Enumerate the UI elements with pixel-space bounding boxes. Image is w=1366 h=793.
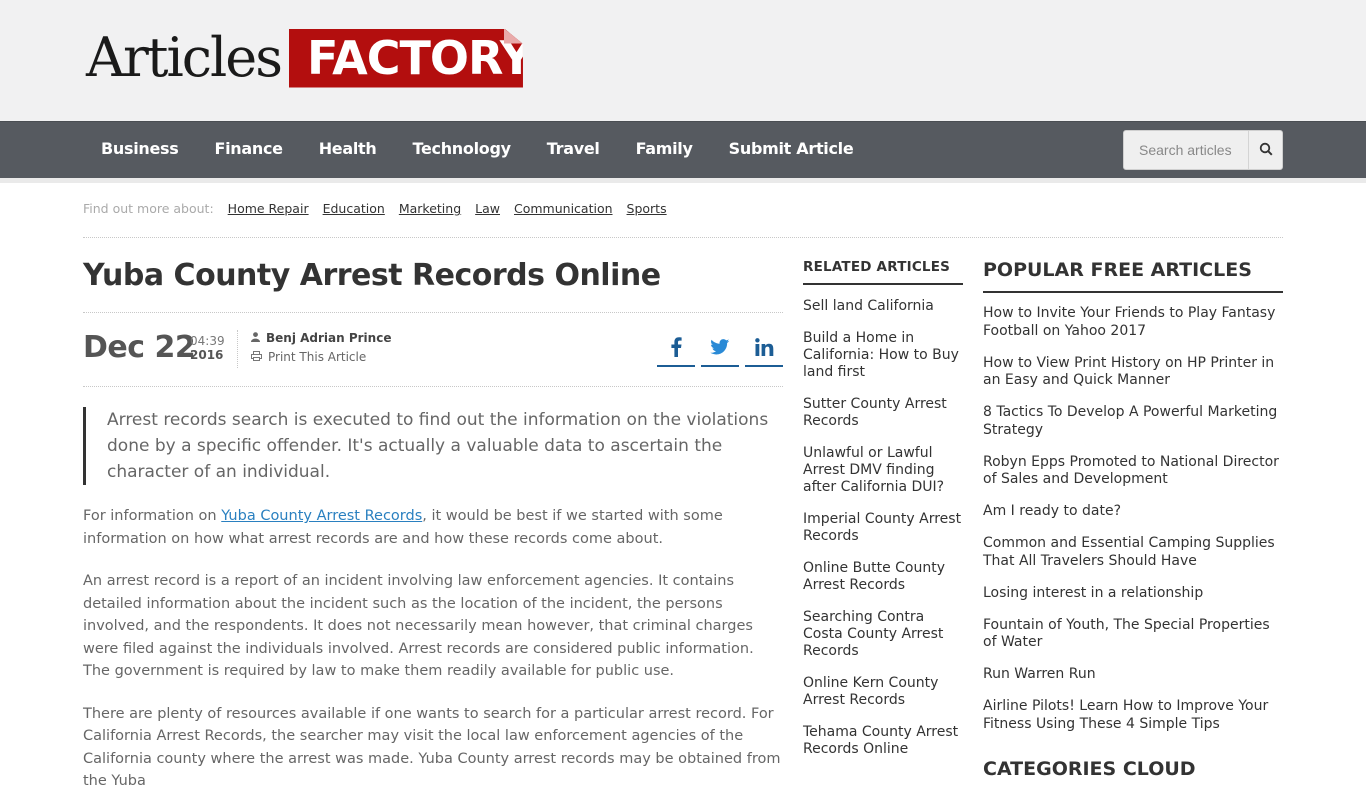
topics-bar: Find out more about: Home Repair Educati… — [83, 201, 681, 216]
popular-article-link[interactable]: Fountain of Youth, The Special Propertie… — [983, 617, 1283, 652]
paragraph-text: For information on — [83, 508, 222, 524]
related-articles-title: RELATED ARTICLES — [803, 259, 963, 285]
nav-technology[interactable]: Technology — [394, 122, 528, 178]
nav-shadow-strip — [0, 178, 1366, 183]
article-paragraph-2: An arrest record is a report of an incid… — [83, 573, 754, 679]
related-article-link[interactable]: Tehama County Arrest Records Online — [803, 724, 963, 758]
related-article-link[interactable]: Searching Contra Costa County Arrest Rec… — [803, 609, 963, 660]
topic-sports[interactable]: Sports — [627, 201, 667, 216]
related-article-link[interactable]: Build a Home in California: How to Buy l… — [803, 330, 963, 381]
article-date: Dec 22 — [83, 330, 196, 365]
categories-cloud-title: CATEGORIES CLOUD — [983, 758, 1196, 780]
user-icon — [251, 331, 260, 345]
twitter-icon — [710, 339, 730, 359]
share-linkedin-button[interactable] — [745, 333, 783, 367]
topic-communication[interactable]: Communication — [514, 201, 613, 216]
nav-submit-article[interactable]: Submit Article — [711, 122, 872, 178]
related-article-link[interactable]: Unlawful or Lawful Arrest DMV finding af… — [803, 445, 963, 496]
site-logo[interactable]: Articles FACTORY — [86, 28, 523, 88]
nav-business[interactable]: Business — [83, 122, 196, 178]
article-paragraph-3: There are plenty of resources available … — [83, 705, 781, 790]
popular-article-link[interactable]: How to View Print History on HP Printer … — [983, 355, 1283, 390]
print-label: Print This Article — [268, 350, 367, 364]
topic-marketing[interactable]: Marketing — [399, 201, 461, 216]
popular-article-link[interactable]: Airline Pilots! Learn How to Improve You… — [983, 698, 1283, 733]
share-buttons — [657, 333, 783, 367]
topics-label: Find out more about: — [83, 201, 214, 216]
author-name: Benj Adrian Prince — [266, 331, 392, 345]
nav-family[interactable]: Family — [618, 122, 711, 178]
search-icon — [1259, 141, 1273, 160]
logo-articles-text: Articles — [86, 26, 283, 89]
article-year: 2016 — [190, 348, 224, 362]
topic-education[interactable]: Education — [323, 201, 385, 216]
popular-article-link[interactable]: Common and Essential Camping Supplies Th… — [983, 535, 1283, 570]
popular-article-link[interactable]: Am I ready to date? — [983, 503, 1283, 521]
printer-icon — [251, 350, 262, 364]
related-article-link[interactable]: Imperial County Arrest Records — [803, 511, 963, 545]
article-title: Yuba County Arrest Records Online — [83, 258, 661, 293]
popular-article-link[interactable]: Run Warren Run — [983, 666, 1283, 684]
popular-articles-title: POPULAR FREE ARTICLES — [983, 259, 1283, 293]
popular-articles: POPULAR FREE ARTICLES How to Invite Your… — [983, 259, 1283, 748]
print-article-link[interactable]: Print This Article — [251, 350, 366, 364]
article-time: 04:39 — [190, 334, 225, 348]
nav-finance[interactable]: Finance — [196, 122, 300, 178]
popular-article-link[interactable]: 8 Tactics To Develop A Powerful Marketin… — [983, 404, 1283, 439]
linkedin-icon — [754, 338, 774, 360]
related-article-link[interactable]: Online Butte County Arrest Records — [803, 560, 963, 594]
meta-separator — [237, 330, 238, 368]
popular-article-link[interactable]: Robyn Epps Promoted to National Director… — [983, 454, 1283, 489]
topic-law[interactable]: Law — [475, 201, 500, 216]
site-header: Articles FACTORY — [0, 0, 1366, 121]
nav-health[interactable]: Health — [301, 122, 395, 178]
article-author[interactable]: Benj Adrian Prince — [251, 331, 391, 345]
share-facebook-button[interactable] — [657, 333, 695, 367]
article-paragraph-1: For information on Yuba County Arrest Re… — [83, 505, 783, 550]
popular-article-link[interactable]: Losing interest in a relationship — [983, 585, 1283, 603]
facebook-icon — [670, 337, 682, 361]
article: Yuba County Arrest Records Online Dec 22… — [83, 256, 783, 793]
search-button[interactable] — [1248, 131, 1282, 169]
search-input[interactable] — [1124, 131, 1248, 169]
yuba-county-arrest-records-link[interactable]: Yuba County Arrest Records — [221, 508, 422, 524]
divider — [83, 237, 1283, 238]
share-twitter-button[interactable] — [701, 333, 739, 367]
article-meta: Dec 22 04:39 2016 Benj Adrian Prince Pri… — [83, 312, 783, 387]
search-box — [1123, 130, 1283, 170]
related-article-link[interactable]: Sell land California — [803, 298, 963, 315]
topic-home-repair[interactable]: Home Repair — [228, 201, 309, 216]
logo-factory-badge: FACTORY — [288, 28, 523, 88]
nav-travel[interactable]: Travel — [529, 122, 618, 178]
related-articles: RELATED ARTICLES Sell land California Bu… — [803, 259, 963, 773]
popular-article-link[interactable]: How to Invite Your Friends to Play Fanta… — [983, 305, 1283, 340]
related-article-link[interactable]: Sutter County Arrest Records — [803, 396, 963, 430]
related-article-link[interactable]: Online Kern County Arrest Records — [803, 675, 963, 709]
main-nav: Business Finance Health Technology Trave… — [0, 121, 1366, 178]
article-lead-quote: Arrest records search is executed to fin… — [83, 407, 783, 485]
